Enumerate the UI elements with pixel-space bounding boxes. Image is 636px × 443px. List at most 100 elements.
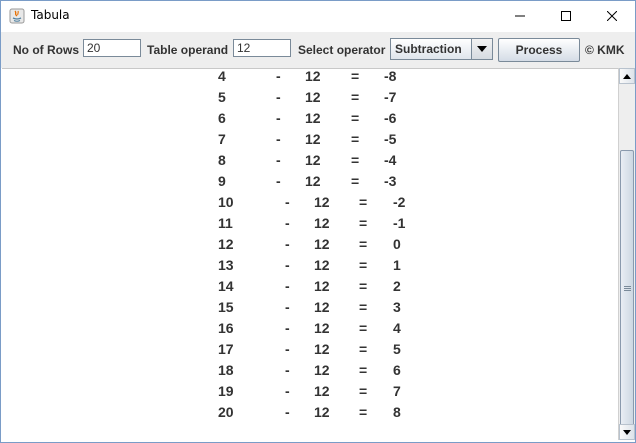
row-operand: 12	[314, 341, 330, 357]
vertical-scrollbar[interactable]	[618, 68, 635, 440]
row-n: 15	[218, 299, 234, 315]
row-eq: =	[351, 131, 360, 147]
row-n: 4	[218, 68, 226, 84]
row-eq: =	[359, 215, 368, 231]
row-result: -8	[384, 68, 397, 84]
row-n: 12	[218, 236, 234, 252]
row-operand: 12	[305, 68, 321, 84]
table-row: 13 - 12 = 1	[2, 257, 618, 278]
toolbar: No of Rows Table operand Select operator…	[1, 32, 635, 68]
operand-label: Table operand	[147, 43, 229, 57]
row-n: 8	[218, 152, 226, 168]
table-row: 10 - 12 = -2	[2, 194, 618, 215]
row-op: -	[276, 173, 281, 189]
row-n: 17	[218, 341, 234, 357]
minimize-button[interactable]	[497, 1, 543, 31]
operator-label: Select operator	[298, 43, 386, 57]
row-n: 10	[218, 194, 234, 210]
row-op: -	[285, 215, 290, 231]
maximize-icon	[561, 11, 571, 21]
row-eq: =	[359, 383, 368, 399]
row-operand: 12	[314, 278, 330, 294]
row-n: 14	[218, 278, 234, 294]
operator-select[interactable]: Subtraction	[390, 38, 493, 60]
copyright-label: © KMK	[585, 43, 625, 57]
operator-select-value: Subtraction	[395, 42, 462, 56]
app-window: Tabula No of Rows Table operand Select o…	[0, 0, 636, 443]
row-eq: =	[359, 341, 368, 357]
table-row: 12 - 12 = 0	[2, 236, 618, 257]
table-row: 17 - 12 = 5	[2, 341, 618, 362]
row-operand: 12	[314, 362, 330, 378]
row-n: 9	[218, 173, 226, 189]
row-result: -1	[393, 215, 406, 231]
row-result: 1	[393, 257, 401, 273]
row-n: 13	[218, 257, 234, 273]
table-row: 20 - 12 = 8	[2, 404, 618, 425]
table-row: 6 - 12 = -6	[2, 110, 618, 131]
scroll-down-button[interactable]	[619, 424, 635, 440]
row-operand: 12	[305, 173, 321, 189]
row-eq: =	[359, 404, 368, 420]
row-operand: 12	[305, 152, 321, 168]
arrow-up-icon	[623, 73, 631, 79]
close-button[interactable]	[589, 1, 635, 31]
chevron-down-icon[interactable]	[471, 39, 492, 59]
row-n: 20	[218, 404, 234, 420]
row-n: 5	[218, 89, 226, 105]
row-result: 3	[393, 299, 401, 315]
row-op: -	[285, 299, 290, 315]
row-n: 18	[218, 362, 234, 378]
row-operand: 12	[305, 131, 321, 147]
row-operand: 12	[314, 299, 330, 315]
results-area[interactable]: 4-12 = -8 5-12 = -7 6-12 = -6 7-12 = -5 8-12 = -4 9-12 =…	[2, 68, 618, 441]
row-op: -	[285, 362, 290, 378]
row-result: 5	[393, 341, 401, 357]
row-result: 7	[393, 383, 401, 399]
row-operand: 12	[314, 257, 330, 273]
row-op: -	[276, 131, 281, 147]
table-row: 4 - 12 = -8	[2, 68, 618, 89]
row-result: 2	[393, 278, 401, 294]
process-button[interactable]: Process	[498, 38, 580, 62]
row-op: -	[285, 236, 290, 252]
row-eq: =	[359, 257, 368, 273]
title-bar[interactable]: Tabula	[1, 1, 635, 31]
row-n: 11	[218, 215, 233, 231]
row-eq: =	[351, 110, 360, 126]
table-row: 7 - 12 = -5	[2, 131, 618, 152]
row-n: 7	[218, 131, 226, 147]
maximize-button[interactable]	[543, 1, 589, 31]
row-op: -	[276, 152, 281, 168]
row-eq: =	[359, 299, 368, 315]
row-result: -3	[384, 173, 397, 189]
arrow-down-icon	[623, 429, 631, 435]
row-op: -	[285, 278, 290, 294]
table-row: 19 - 12 = 7	[2, 383, 618, 404]
table-row: 14 - 12 = 2	[2, 278, 618, 299]
row-operand: 12	[314, 236, 330, 252]
table-row: 18 - 12 = 6	[2, 362, 618, 383]
scroll-up-button[interactable]	[619, 68, 635, 84]
row-result: 0	[393, 236, 401, 252]
rows-input[interactable]	[83, 39, 141, 57]
row-n: 6	[218, 110, 226, 126]
operand-input[interactable]	[233, 39, 291, 57]
row-operand: 12	[314, 383, 330, 399]
row-result: -4	[384, 152, 397, 168]
row-eq: =	[359, 278, 368, 294]
row-n: 16	[218, 320, 234, 336]
close-icon	[607, 11, 617, 21]
row-op: -	[285, 194, 290, 210]
row-operand: 12	[314, 215, 330, 231]
row-op: -	[285, 341, 290, 357]
scroll-thumb[interactable]	[620, 150, 634, 426]
row-op: -	[285, 383, 290, 399]
row-n: 19	[218, 383, 234, 399]
row-result: -2	[393, 194, 406, 210]
row-eq: =	[351, 152, 360, 168]
window-title: Tabula	[31, 8, 70, 22]
rows-label: No of Rows	[13, 43, 79, 57]
table-row: 8 - 12 = -4	[2, 152, 618, 173]
row-eq: =	[359, 236, 368, 252]
